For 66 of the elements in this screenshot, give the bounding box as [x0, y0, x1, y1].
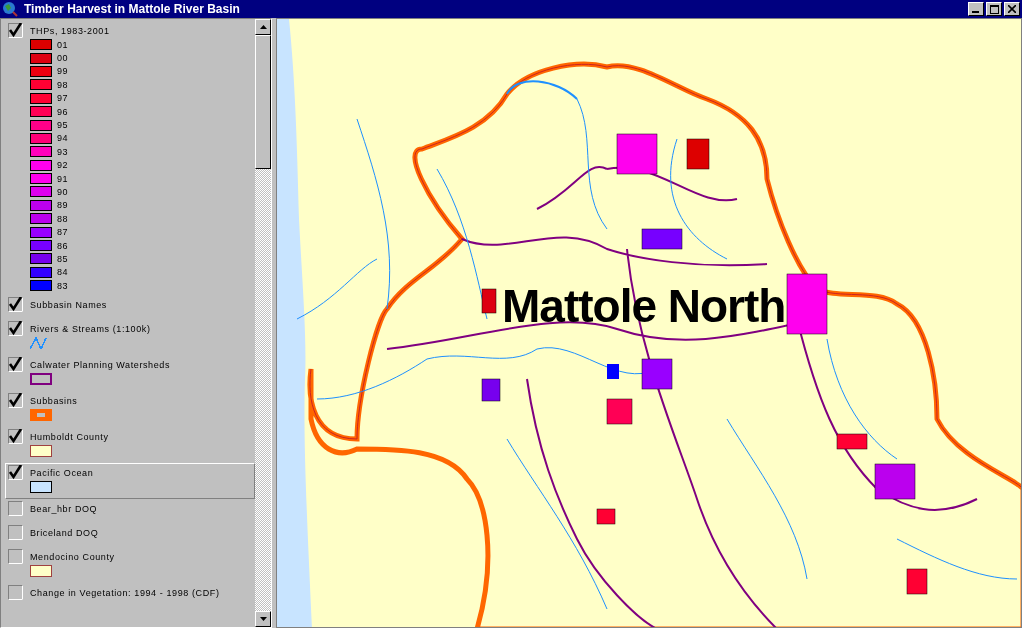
- layer-name: Pacific Ocean: [30, 467, 95, 481]
- layer-checkbox[interactable]: [8, 429, 23, 445]
- legend-class-label: 88: [57, 213, 69, 224]
- layer-name: Calwater Planning Watersheds: [30, 359, 172, 373]
- legend-class-label: 89: [57, 200, 69, 211]
- layer-checkbox[interactable]: [8, 549, 23, 565]
- legend-class-label: 99: [57, 66, 69, 77]
- legend-layer[interactable]: Rivers & Streams (1:100k): [5, 319, 255, 356]
- layer-name: Briceland DOQ: [30, 527, 100, 541]
- legend-class-label: 97: [57, 93, 69, 104]
- legend-layer[interactable]: Pacific Ocean: [5, 463, 255, 500]
- layer-name: THPs, 1983-2001: [30, 25, 111, 38]
- legend-layer[interactable]: Subbasins: [5, 391, 255, 428]
- layer-name: Humboldt County: [30, 431, 110, 445]
- layer-checkbox[interactable]: [8, 465, 23, 481]
- legend-layer[interactable]: Mendocino County: [5, 547, 255, 584]
- close-button[interactable]: [1004, 2, 1020, 16]
- layer-name: Mendocino County: [30, 551, 116, 565]
- scroll-down-button[interactable]: [255, 611, 271, 627]
- layer-checkbox[interactable]: [8, 525, 23, 541]
- legend-layer[interactable]: THPs, 1983-2001 01 00 99 98 97 96 95 94 93 92 91 90 89 88 87 86 85 84 83: [5, 21, 255, 296]
- layer-name: Subbasin Names: [30, 299, 108, 313]
- layer-checkbox[interactable]: [8, 357, 23, 373]
- close-icon: [1008, 5, 1016, 13]
- layer-name: Subbasins: [30, 395, 79, 409]
- maximize-button[interactable]: [986, 2, 1002, 16]
- legend-layer[interactable]: Calwater Planning Watersheds: [5, 355, 255, 392]
- legend-class-label: 00: [57, 53, 69, 64]
- scroll-up-button[interactable]: [255, 19, 271, 35]
- legend-layer[interactable]: Subbasin Names: [5, 295, 255, 320]
- map-drawing[interactable]: [277, 19, 1021, 627]
- minimize-button[interactable]: [968, 2, 984, 16]
- legend-class-label: 94: [57, 133, 69, 144]
- down-arrow-icon: [259, 617, 267, 621]
- layer-checkbox[interactable]: [8, 321, 23, 337]
- legend-class-label: 83: [57, 280, 69, 291]
- layer-checkbox[interactable]: [8, 297, 23, 313]
- layer-name: Bear_hbr DOQ: [30, 503, 99, 517]
- legend-class-label: 87: [57, 227, 69, 238]
- layer-checkbox[interactable]: [8, 393, 23, 409]
- legend-class-label: 84: [57, 267, 69, 278]
- scrollbar[interactable]: [255, 19, 271, 627]
- legend-class-label: 93: [57, 146, 69, 157]
- maximize-icon: [989, 4, 999, 14]
- legend-class-label: 90: [57, 187, 69, 197]
- window-title: Timber Harvest in Mattole River Basin: [24, 2, 241, 16]
- layer-name: Rivers & Streams (1:100k): [30, 323, 152, 337]
- layer-checkbox[interactable]: [8, 501, 23, 517]
- layer-name: Change in Vegetation: 1994 - 1998 (CDF): [30, 587, 221, 601]
- legend-class-label: 91: [57, 173, 69, 184]
- legend-layer[interactable]: Change in Vegetation: 1994 - 1998 (CDF): [5, 583, 255, 608]
- app-globe-icon: [2, 1, 18, 17]
- legend-class-label: 95: [57, 120, 69, 131]
- layer-checkbox[interactable]: [8, 23, 23, 38]
- legend-class-label: 85: [57, 253, 69, 264]
- legend-class-label: 92: [57, 160, 69, 171]
- layer-checkbox[interactable]: [8, 585, 23, 601]
- legend-class-label: 86: [57, 240, 69, 251]
- legend-layer[interactable]: Briceland DOQ: [5, 523, 255, 548]
- legend-class-label: 01: [57, 39, 69, 50]
- scroll-thumb[interactable]: [255, 35, 271, 169]
- legend-class-label: 96: [57, 106, 69, 117]
- up-arrow-icon: [259, 25, 267, 29]
- legend-layer[interactable]: Humboldt County: [5, 427, 255, 464]
- legend-layer[interactable]: Bear_hbr DOQ: [5, 499, 255, 524]
- legend-class-label: 98: [57, 79, 69, 90]
